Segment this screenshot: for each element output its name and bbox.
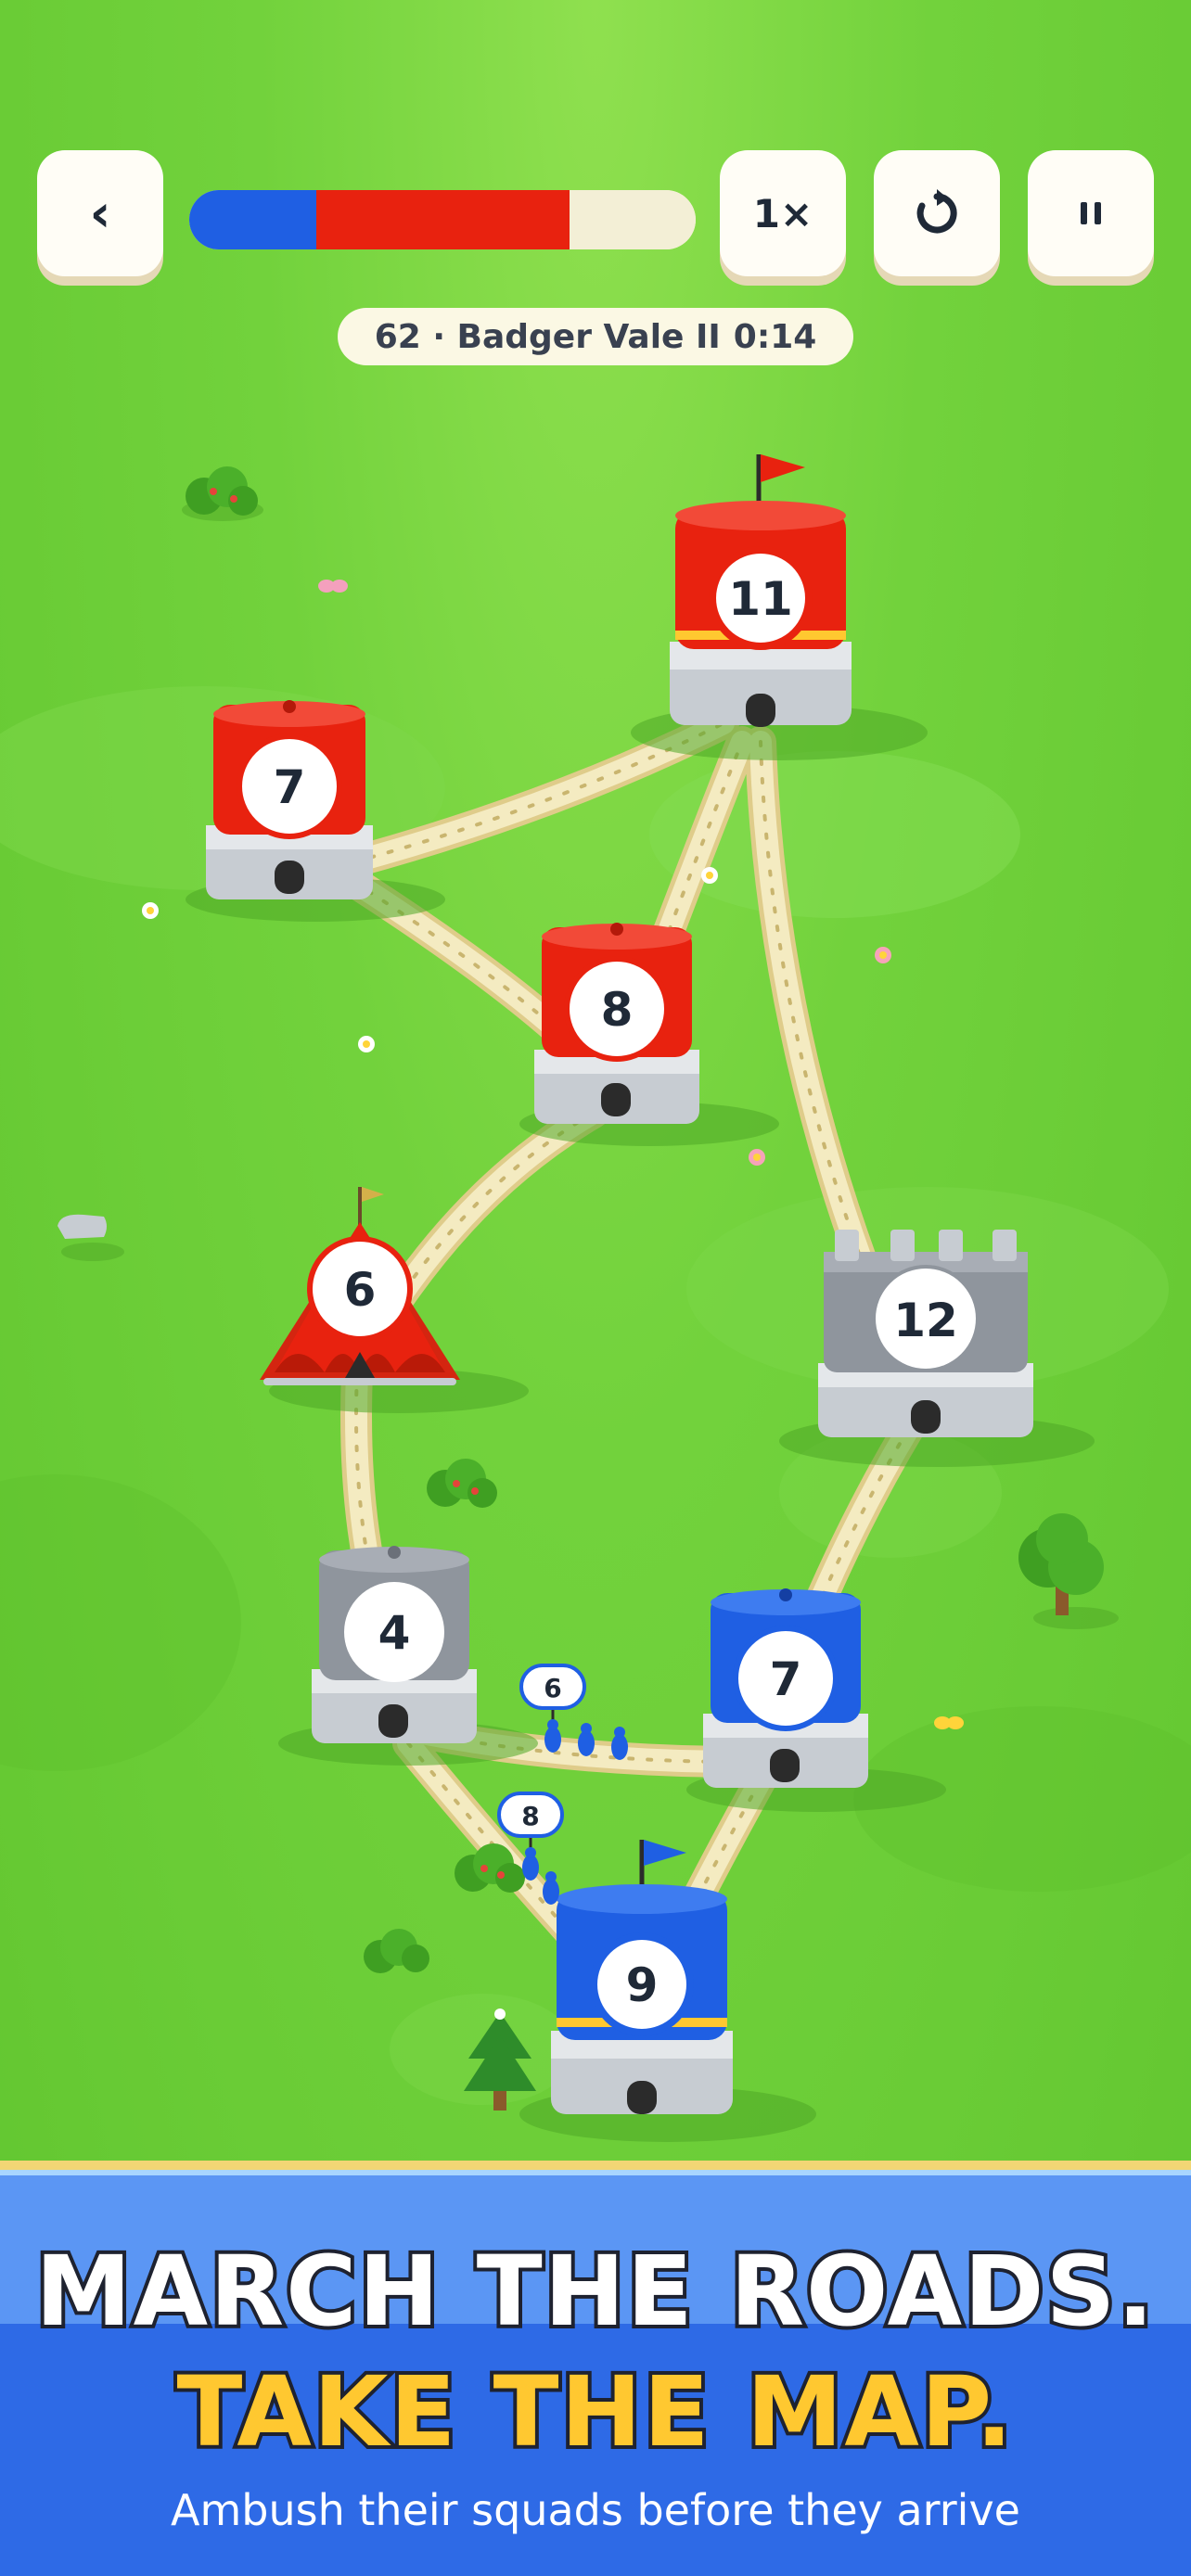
bush-decoration	[427, 1459, 497, 1508]
tower-blue-7[interactable]: 7	[686, 1588, 946, 1812]
territory-bar	[189, 190, 696, 249]
promo-subheadline: TAKE THE MAP.	[173, 2352, 1016, 2472]
bush-decoration	[364, 1929, 429, 1973]
pause-button[interactable]	[1028, 150, 1154, 276]
restart-icon	[916, 189, 957, 234]
bush-decoration	[182, 466, 263, 521]
tower-count: 4	[378, 1606, 411, 1660]
tower-red-11[interactable]: 11	[631, 454, 928, 760]
tower-blue-9[interactable]: 9	[519, 1840, 816, 2142]
squad-count: 6	[544, 1673, 561, 1703]
tower-red-6[interactable]: 6	[260, 1187, 529, 1413]
tower-red-8[interactable]: 8	[519, 923, 779, 1146]
speed-button[interactable]: 1×	[720, 150, 846, 276]
tower-count: 7	[770, 1652, 802, 1706]
back-button[interactable]: ‹	[37, 150, 163, 276]
rock-decoration	[58, 1214, 124, 1261]
territory-bar-neutral	[569, 190, 696, 249]
tree-decoration	[1018, 1513, 1119, 1629]
tower-count: 7	[274, 760, 306, 814]
level-timer: 0:14	[733, 317, 817, 356]
squad-count: 8	[521, 1801, 539, 1831]
tower-count: 9	[626, 1958, 659, 2012]
territory-bar-blue	[189, 190, 316, 249]
game-screen: 11 7 8 6 12 4 7 9 6 8 ‹ 1× 62 · Badger V…	[0, 0, 1191, 2576]
pause-icon	[1081, 202, 1101, 224]
tower-neutral-4[interactable]: 4	[278, 1546, 538, 1766]
promo-headline: MARCH THE ROADS.	[32, 2231, 1158, 2352]
tower-count: 11	[728, 572, 793, 626]
tower-count: 6	[344, 1263, 377, 1317]
territory-bar-red	[315, 190, 570, 249]
speed-label: 1×	[752, 190, 813, 236]
restart-button[interactable]	[874, 150, 1000, 276]
tower-count: 12	[893, 1294, 958, 1347]
tower-count: 8	[601, 983, 634, 1037]
level-name: 62 · Badger Vale II	[374, 317, 721, 356]
level-info-pill: 62 · Badger Vale II 0:14	[338, 308, 853, 365]
back-label: ‹	[89, 183, 111, 244]
promo-tagline: Ambush their squads before they arrive	[171, 2485, 1020, 2535]
